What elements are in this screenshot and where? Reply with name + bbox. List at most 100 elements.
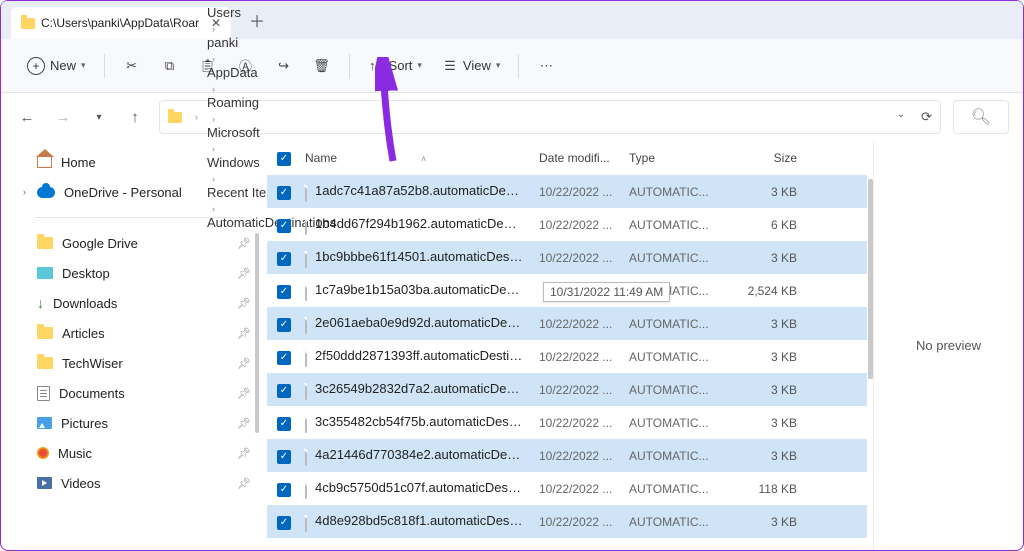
file-date: 10/22/2022 ... <box>539 449 629 463</box>
back-button[interactable]: ← <box>15 105 39 129</box>
chevron-right-icon: › <box>212 84 215 94</box>
file-date: 10/22/2022 ... <box>539 515 629 529</box>
row-checkbox[interactable]: ✓ <box>277 351 291 365</box>
row-checkbox[interactable]: ✓ <box>277 285 291 299</box>
sidebar-item-google-drive[interactable]: Google Drive📌︎ <box>13 228 261 258</box>
col-name[interactable]: Name <box>305 151 337 165</box>
copy-button[interactable]: ⧉ <box>153 52 187 80</box>
cut-button[interactable]: ✂ <box>115 52 149 80</box>
sidebar-item-downloads[interactable]: ↓Downloads📌︎ <box>13 288 261 318</box>
folder-icon <box>37 477 52 489</box>
new-button[interactable]: + New ▾ <box>19 51 94 81</box>
folder-icon <box>37 386 50 401</box>
file-type: AUTOMATIC... <box>629 383 721 397</box>
file-scrollbar[interactable] <box>868 179 873 379</box>
cloud-icon <box>37 187 55 198</box>
row-checkbox[interactable]: ✓ <box>277 417 291 431</box>
row-checkbox[interactable]: ✓ <box>277 483 291 497</box>
table-row[interactable]: ✓3c26549b2832d7a2.automaticDestinati...1… <box>267 373 867 406</box>
sidebar-label: Videos <box>61 476 101 491</box>
sidebar-label: Home <box>61 155 96 170</box>
file-type: AUTOMATIC... <box>629 317 721 331</box>
table-row[interactable]: ✓1b4dd67f294b1962.automaticDestinati...1… <box>267 208 867 241</box>
row-checkbox[interactable]: ✓ <box>277 186 291 200</box>
view-button[interactable]: ☰ View ▾ <box>434 52 508 80</box>
folder-icon <box>21 18 35 29</box>
sidebar-label: Documents <box>59 386 125 401</box>
table-row[interactable]: ✓2e061aeba0e9d92d.automaticDestinati...1… <box>267 307 867 340</box>
table-row[interactable]: ✓1bc9bbbe61f14501.automaticDestinati...1… <box>267 241 867 274</box>
breadcrumb-item[interactable]: Microsoft <box>207 125 336 140</box>
search-box[interactable]: 🔍︎ <box>953 100 1009 134</box>
up-button[interactable]: ↑ <box>123 105 147 129</box>
sidebar-item-home[interactable]: Home <box>13 147 261 177</box>
folder-icon <box>37 447 49 459</box>
pin-icon: 📌︎ <box>237 417 251 430</box>
file-size: 3 KB <box>721 416 797 430</box>
sidebar-item-articles[interactable]: Articles📌︎ <box>13 318 261 348</box>
breadcrumb-item[interactable]: Users <box>207 5 336 20</box>
sidebar-item-desktop[interactable]: Desktop📌︎ <box>13 258 261 288</box>
file-size: 6 KB <box>721 218 797 232</box>
breadcrumb-item[interactable]: panki <box>207 35 336 50</box>
file-name: 3c355482cb54f75b.automaticDestinati... <box>315 414 523 429</box>
chevron-down-icon[interactable]: ⌄ <box>897 109 905 125</box>
row-checkbox[interactable]: ✓ <box>277 318 291 332</box>
table-row[interactable]: ✓4a21446d770384e2.automaticDestinati...1… <box>267 439 867 472</box>
nav-pane: Home ›OneDrive - Personal Google Drive📌︎… <box>1 141 261 550</box>
chevron-right-icon[interactable]: › <box>23 187 26 197</box>
table-row[interactable]: ✓4d8e928bd5c818f1.automaticDestinati...1… <box>267 505 867 538</box>
select-all-checkbox[interactable]: ✓ <box>277 152 291 166</box>
refresh-icon[interactable]: ⟳ <box>921 109 932 125</box>
file-type: AUTOMATIC... <box>629 350 721 364</box>
file-date: 10/22/2022 ... <box>539 317 629 331</box>
address-bar[interactable]: › Users›panki›AppData›Roaming›Microsoft›… <box>159 100 941 134</box>
sidebar-item-techwiser[interactable]: TechWiser📌︎ <box>13 348 261 378</box>
more-button[interactable]: ⋯ <box>529 52 563 80</box>
row-checkbox[interactable]: ✓ <box>277 450 291 464</box>
table-row[interactable]: ✓3c355482cb54f75b.automaticDestinati...1… <box>267 406 867 439</box>
file-date: 10/22/2022 ... <box>539 185 629 199</box>
sidebar-item-music[interactable]: Music📌︎ <box>13 438 261 468</box>
col-type[interactable]: Type <box>629 151 721 165</box>
breadcrumb-item[interactable]: AppData <box>207 65 336 80</box>
table-row[interactable]: ✓4cb9c5750d51c07f.automaticDestinati...1… <box>267 472 867 505</box>
ellipsis-icon: ⋯ <box>538 58 554 74</box>
sidebar-item-pictures[interactable]: Pictures📌︎ <box>13 408 261 438</box>
sort-button[interactable]: ↑↓ Sort ▾ <box>360 52 430 80</box>
table-row[interactable]: ✓2f50ddd2871393ff.automaticDestinatio...… <box>267 340 867 373</box>
forward-button[interactable]: → <box>51 105 75 129</box>
sidebar-item-onedrive[interactable]: ›OneDrive - Personal <box>13 177 261 207</box>
breadcrumb-item[interactable]: Roaming <box>207 95 336 110</box>
recent-button[interactable]: ▾ <box>87 105 111 129</box>
sidebar-item-documents[interactable]: Documents📌︎ <box>13 378 261 408</box>
chevron-down-icon: ▾ <box>81 60 86 71</box>
tab-strip: C:\Users\panki\AppData\Roar ✕ ＋ <box>1 1 1023 39</box>
preview-pane: No preview <box>873 141 1023 550</box>
file-icon <box>305 251 307 268</box>
row-checkbox[interactable]: ✓ <box>277 384 291 398</box>
col-size[interactable]: Size <box>721 151 797 165</box>
active-tab[interactable]: C:\Users\panki\AppData\Roar ✕ <box>11 7 231 39</box>
home-icon <box>37 156 52 168</box>
file-size: 3 KB <box>721 350 797 364</box>
sidebar-label: Downloads <box>53 296 117 311</box>
pin-icon: 📌︎ <box>237 237 251 250</box>
pin-icon: 📌︎ <box>237 357 251 370</box>
folder-icon <box>37 237 53 249</box>
file-size: 3 KB <box>721 185 797 199</box>
file-icon <box>305 515 307 532</box>
sidebar-label: Music <box>58 446 92 461</box>
separator <box>349 54 350 78</box>
file-icon <box>305 317 307 334</box>
row-checkbox[interactable]: ✓ <box>277 219 291 233</box>
table-row[interactable]: ✓1adc7c41a87a52b8.automaticDestinati...1… <box>267 175 867 208</box>
date-tooltip: 10/31/2022 11:49 AM <box>543 282 670 302</box>
sidebar-scrollbar[interactable] <box>255 233 259 433</box>
col-date[interactable]: Date modifi... <box>539 151 629 165</box>
chevron-right-icon: › <box>212 54 215 64</box>
row-checkbox[interactable]: ✓ <box>277 252 291 266</box>
chevron-right-icon: › <box>212 114 215 124</box>
sidebar-item-videos[interactable]: Videos📌︎ <box>13 468 261 498</box>
row-checkbox[interactable]: ✓ <box>277 516 291 530</box>
